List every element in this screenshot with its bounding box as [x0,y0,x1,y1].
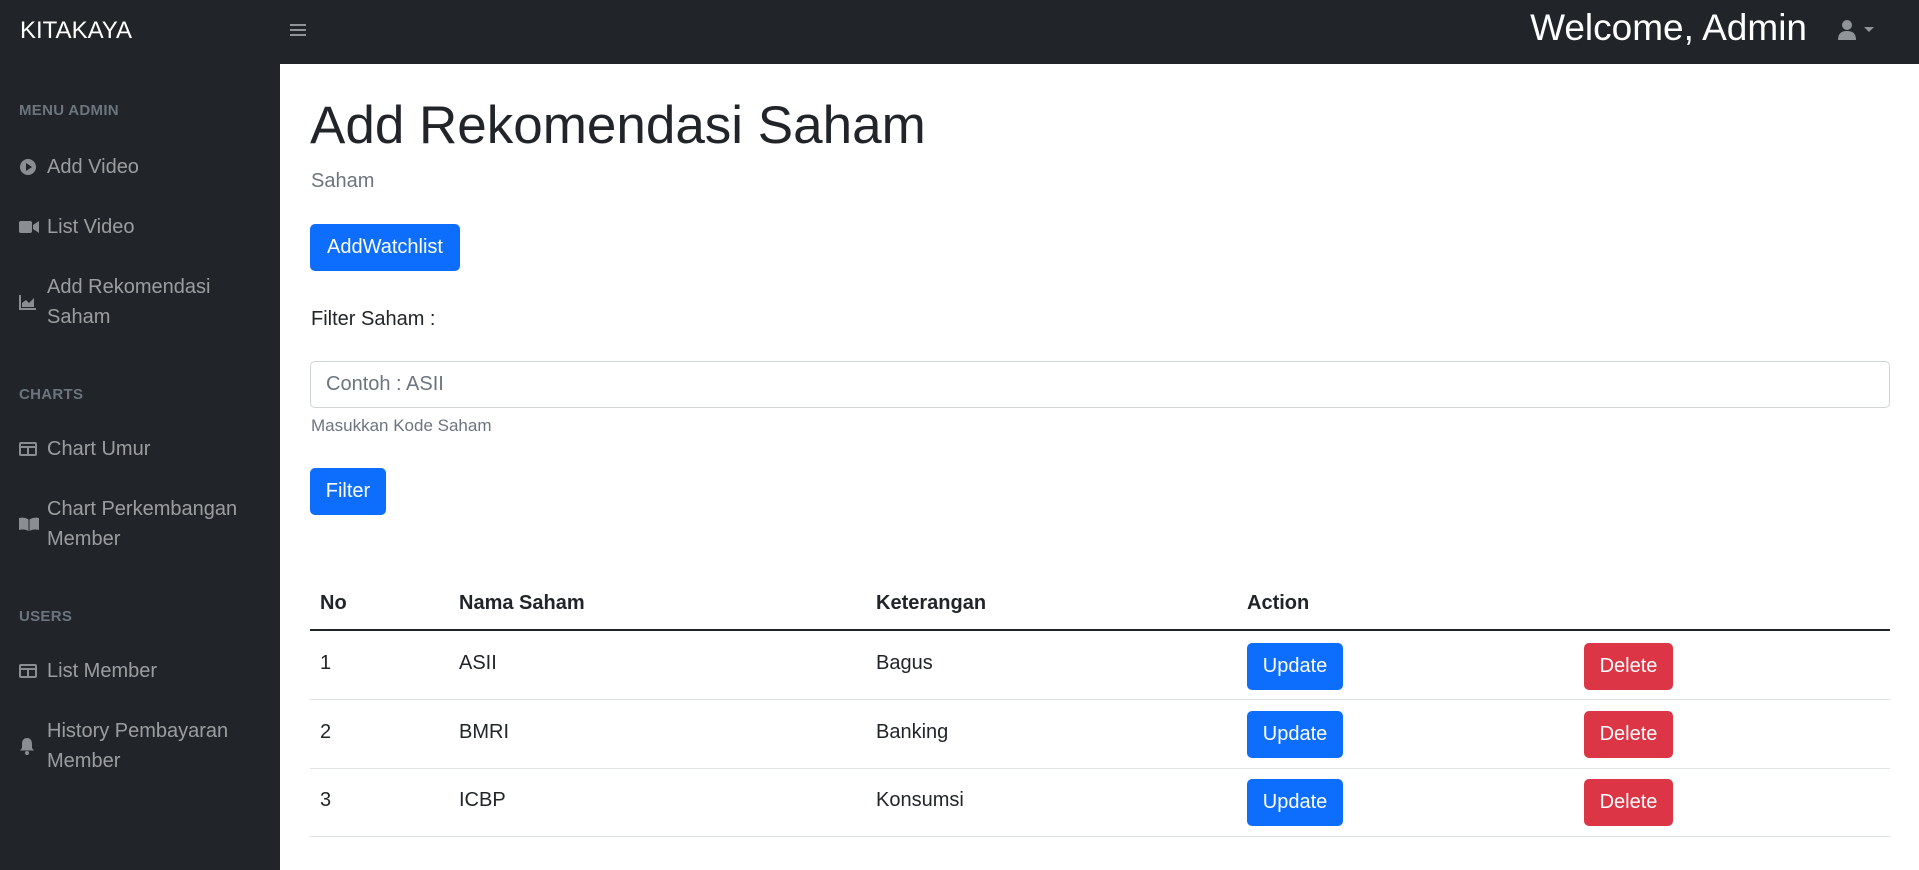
cell-no: 3 [320,789,332,811]
filter-help-text: Masukkan Kode Saham [311,416,492,435]
bell-icon [19,716,39,776]
sidebar-item-list-video[interactable]: List Video [19,212,269,242]
sidebar-item-label: Add Rekomendasi Saham [47,276,211,328]
user-menu-dropdown[interactable] [1837,18,1879,42]
sidebar-item-chart-umur[interactable]: Chart Umur [19,434,269,464]
sidebar-item-label: Chart Perkembangan Member [47,498,238,550]
top-navbar: KITAKAYA Welcome, Admin [0,0,1919,64]
user-icon [1838,20,1856,40]
filter-saham-input[interactable] [310,361,1890,408]
sidebar-item-label: List Video [47,216,135,238]
cell-nama-saham: BMRI [459,721,509,743]
sidebar-item-label: History Pembayaran Member [47,720,229,772]
sidebar-item-chart-perkembangan-member[interactable]: Chart Perkembangan Member [19,494,269,554]
caret-down-icon [1864,27,1874,32]
sidebar-heading-users: USERS [19,608,73,625]
delete-button[interactable]: Delete [1584,711,1673,758]
sidebar-heading-menu-admin: MENU ADMIN [19,102,119,119]
play-circle-icon [19,152,39,182]
welcome-text: Welcome, Admin [1530,7,1807,48]
sidebar: MENU ADMIN Add Video List Video Add Reko… [0,64,280,870]
main-content: Add Rekomendasi Saham Saham AddWatchlist… [280,64,1919,870]
sidebar-item-add-video[interactable]: Add Video [19,152,269,182]
update-button[interactable]: Update [1247,643,1343,690]
update-button[interactable]: Update [1247,711,1343,758]
delete-button[interactable]: Delete [1584,779,1673,826]
cell-nama-saham: ASII [459,652,497,674]
sidebar-heading-charts: CHARTS [19,386,84,403]
table-row: 1 ASII Bagus Update Delete [310,632,1890,700]
table-row: 3 ICBP Konsumsi Update Delete [310,769,1890,837]
sidebar-item-add-rekomendasi-saham[interactable]: Add Rekomendasi Saham [19,272,269,332]
cell-no: 2 [320,721,332,743]
brand-logo[interactable]: KITAKAYA [20,16,132,46]
table-header: No Nama Saham Keterangan Action [310,577,1890,631]
hamburger-icon [290,24,306,36]
chart-area-icon [19,272,39,332]
table-row: 2 BMRI Banking Update Delete [310,701,1890,769]
sidebar-item-list-member[interactable]: List Member [19,656,269,686]
sidebar-toggle-button[interactable] [286,16,310,44]
table-icon [19,656,39,686]
update-button[interactable]: Update [1247,779,1343,826]
sidebar-item-label: List Member [47,660,158,682]
cell-keterangan: Bagus [876,652,933,674]
delete-button[interactable]: Delete [1584,643,1673,690]
column-header-keterangan: Keterangan [876,592,987,614]
add-watchlist-button[interactable]: AddWatchlist [310,224,460,271]
filter-button[interactable]: Filter [310,468,386,515]
sidebar-item-label: Chart Umur [47,438,151,460]
book-open-icon [19,494,39,554]
breadcrumb: Saham [311,170,375,192]
cell-keterangan: Konsumsi [876,789,964,811]
column-header-action: Action [1247,592,1310,614]
cell-nama-saham: ICBP [459,789,506,811]
video-camera-icon [19,212,39,242]
column-header-nama-saham: Nama Saham [459,592,585,614]
page-title: Add Rekomendasi Saham [310,96,926,155]
sidebar-item-label: Add Video [47,156,139,178]
sidebar-item-history-pembayaran-member[interactable]: History Pembayaran Member [19,716,269,776]
column-header-no: No [320,592,347,614]
filter-label: Filter Saham : [311,308,436,330]
cell-no: 1 [320,652,332,674]
table-icon [19,434,39,464]
cell-keterangan: Banking [876,721,949,743]
